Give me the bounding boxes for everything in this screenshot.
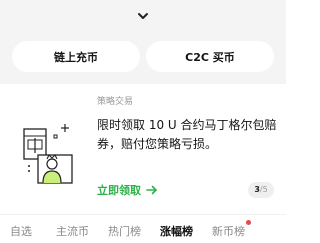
onchain-deposit-button[interactable]: 链上充币	[12, 41, 140, 72]
claim-now-link[interactable]: 立即领取	[97, 182, 158, 198]
promo-text: 限时领取 10 U 合约马丁格尔包赔券，赔付您策略亏损。	[97, 118, 277, 151]
promo-tag: 策略交易	[97, 97, 134, 107]
tab-hot[interactable]: 热门榜	[108, 223, 141, 239]
coupon-illustration	[23, 124, 73, 184]
pager-total: /5	[259, 185, 268, 194]
promo-card[interactable]: 策略交易 限时领取 10 U 合约马丁格尔包赔券，赔付您策略亏损。 立即领取 3…	[0, 84, 286, 214]
market-tabs: 自选 主流币 热门榜 涨幅榜 新币榜	[0, 214, 286, 243]
carousel-pager: 3/5	[248, 182, 274, 198]
notification-dot	[246, 220, 251, 225]
claim-now-label: 立即领取	[97, 184, 141, 197]
c2c-buy-button[interactable]: C2C 买币	[146, 41, 274, 72]
tab-gainers[interactable]: 涨幅榜	[160, 223, 193, 239]
tab-favorites[interactable]: 自选	[10, 223, 32, 239]
arrow-right-icon	[146, 185, 157, 195]
tab-mainstream[interactable]: 主流币	[56, 223, 89, 239]
quick-actions-area: 链上充币 C2C 买币	[0, 0, 286, 84]
chevron-down-icon[interactable]	[136, 11, 150, 21]
tab-new-listings[interactable]: 新币榜	[212, 223, 245, 239]
